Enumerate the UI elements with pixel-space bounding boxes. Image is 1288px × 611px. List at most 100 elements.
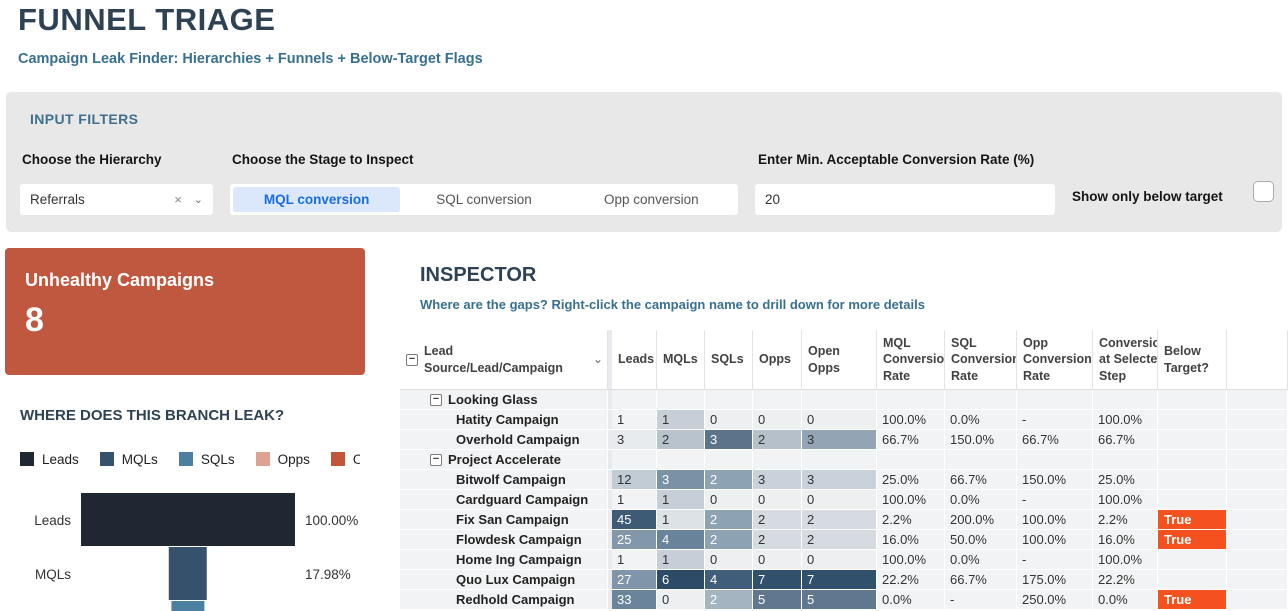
hierarchy-select[interactable]: Referrals × ⌄ bbox=[20, 184, 213, 215]
column-header-conversion-at-selected-step: Conversion at Selected Step bbox=[1093, 330, 1158, 390]
chevron-down-icon[interactable]: ⌄ bbox=[194, 193, 203, 206]
filler-cell bbox=[1227, 390, 1288, 410]
count-cell: 0 bbox=[753, 410, 802, 430]
collapse-all-icon[interactable]: − bbox=[406, 354, 418, 366]
rate-cell: 0.0% bbox=[1093, 590, 1158, 610]
funnel-bar[interactable] bbox=[169, 547, 207, 600]
count-cell: 2 bbox=[753, 430, 802, 450]
column-header-lead-source[interactable]: −Lead Source/Lead/Campaign⌄ bbox=[400, 330, 608, 390]
rate-cell: 250.0% bbox=[1017, 590, 1093, 610]
count-cell: 1 bbox=[657, 550, 705, 570]
campaign-row-name[interactable]: Flowdesk Campaign bbox=[400, 530, 608, 550]
count-cell bbox=[802, 390, 877, 410]
count-cell: 0 bbox=[802, 490, 877, 510]
group-row-name[interactable]: −Project Accelerate bbox=[400, 450, 608, 470]
legend-swatch-open-opps bbox=[331, 452, 345, 466]
clear-icon[interactable]: × bbox=[174, 192, 182, 207]
campaign-row-name[interactable]: Redhold Campaign bbox=[400, 590, 608, 610]
filters-heading: INPUT FILTERS bbox=[30, 111, 138, 127]
column-header-opps: Opps bbox=[753, 330, 802, 390]
funnel-bar[interactable] bbox=[171, 601, 204, 611]
rate-cell: 0.0% bbox=[945, 410, 1017, 430]
below-target-cell: True bbox=[1158, 510, 1227, 530]
campaign-name-label: Overhold Campaign bbox=[456, 430, 580, 449]
campaign-row-name[interactable]: Overhold Campaign bbox=[400, 430, 608, 450]
count-cell bbox=[705, 450, 753, 470]
funnel-stage-label: Leads bbox=[5, 493, 76, 547]
rate-cell bbox=[1093, 390, 1158, 410]
rate-cell: 25.0% bbox=[1093, 470, 1158, 490]
count-cell: 3 bbox=[657, 470, 705, 490]
stage-option-sql[interactable]: SQL conversion bbox=[400, 187, 567, 212]
rate-cell bbox=[1017, 390, 1093, 410]
collapse-group-icon[interactable]: − bbox=[430, 454, 442, 466]
inspector-subtitle: Where are the gaps? Right-click the camp… bbox=[420, 297, 925, 312]
legend-label: Leads bbox=[42, 452, 79, 467]
stage-segmented-control: MQL conversion SQL conversion Opp conver… bbox=[230, 184, 738, 215]
campaign-name-label: Quo Lux Campaign bbox=[456, 570, 575, 589]
below-target-cell bbox=[1158, 430, 1227, 450]
count-cell bbox=[657, 390, 705, 410]
rate-cell: 66.7% bbox=[1017, 430, 1093, 450]
count-cell bbox=[612, 450, 657, 470]
count-cell: 0 bbox=[753, 490, 802, 510]
page-title: FUNNEL TRIAGE bbox=[18, 2, 275, 38]
stage-option-opp[interactable]: Opp conversion bbox=[568, 187, 735, 212]
below-target-cell bbox=[1158, 450, 1227, 470]
legend-item[interactable]: Leads bbox=[20, 449, 79, 469]
rate-cell bbox=[1093, 450, 1158, 470]
rate-cell: 0.0% bbox=[945, 490, 1017, 510]
funnel-stage-value: 17.98% bbox=[305, 547, 351, 601]
legend-swatch-sqls bbox=[179, 452, 193, 466]
stage-option-mql[interactable]: MQL conversion bbox=[233, 187, 400, 212]
below-target-cell: True bbox=[1158, 590, 1227, 610]
rate-cell: 150.0% bbox=[1017, 470, 1093, 490]
rate-cell bbox=[945, 390, 1017, 410]
campaign-name-label: Flowdesk Campaign bbox=[456, 530, 582, 549]
campaign-row-name[interactable]: Hatity Campaign bbox=[400, 410, 608, 430]
below-target-checkbox[interactable] bbox=[1253, 181, 1274, 202]
filler-cell bbox=[1227, 410, 1288, 430]
rate-cell: 16.0% bbox=[1093, 530, 1158, 550]
campaign-row-name[interactable]: Cardguard Campaign bbox=[400, 490, 608, 510]
campaign-row-name[interactable]: Home Ing Campaign bbox=[400, 550, 608, 570]
legend-item[interactable]: Open Opps bbox=[331, 449, 360, 469]
campaign-row-name[interactable]: Bitwolf Campaign bbox=[400, 470, 608, 490]
count-cell: 1 bbox=[657, 490, 705, 510]
kpi-title: Unhealthy Campaigns bbox=[25, 270, 345, 291]
legend-item[interactable]: Opps bbox=[256, 449, 310, 469]
count-cell: 2 bbox=[657, 430, 705, 450]
group-name-label: Project Accelerate bbox=[448, 450, 561, 469]
min-rate-input[interactable] bbox=[755, 184, 1055, 215]
funnel-bar[interactable] bbox=[81, 493, 295, 546]
page-subtitle: Campaign Leak Finder: Hierarchies + Funn… bbox=[18, 51, 483, 67]
campaign-row-name[interactable]: Fix San Campaign bbox=[400, 510, 608, 530]
count-cell: 0 bbox=[753, 550, 802, 570]
legend-item[interactable]: SQLs bbox=[179, 449, 235, 469]
group-row-name[interactable]: −Looking Glass bbox=[400, 390, 608, 410]
legend-item[interactable]: MQLs bbox=[100, 449, 158, 469]
campaign-name-label: Redhold Campaign bbox=[456, 590, 574, 609]
rate-cell: 100.0% bbox=[877, 410, 945, 430]
below-target-toggle-label: Show only below target bbox=[1072, 189, 1223, 204]
funnel-chart: Leads100.00%MQLs17.98%SQLs bbox=[5, 493, 400, 611]
filler-cell bbox=[1227, 590, 1288, 610]
campaign-name-label: Home Ing Campaign bbox=[456, 550, 582, 569]
stage-label: Choose the Stage to Inspect bbox=[232, 152, 414, 167]
sort-caret-icon[interactable]: ⌄ bbox=[593, 352, 603, 368]
funnel-stage-row: SQLs bbox=[5, 601, 400, 611]
kpi-value: 8 bbox=[25, 301, 345, 340]
unhealthy-campaigns-card: Unhealthy Campaigns 8 bbox=[5, 248, 365, 375]
campaign-row-name[interactable]: Quo Lux Campaign bbox=[400, 570, 608, 590]
count-cell: 2 bbox=[753, 510, 802, 530]
count-cell: 2 bbox=[802, 530, 877, 550]
below-target-cell bbox=[1158, 550, 1227, 570]
count-cell: 0 bbox=[705, 550, 753, 570]
rate-cell: 100.0% bbox=[877, 550, 945, 570]
collapse-group-icon[interactable]: − bbox=[430, 394, 442, 406]
count-cell: 2 bbox=[753, 530, 802, 550]
count-cell: 33 bbox=[612, 590, 657, 610]
count-cell bbox=[705, 390, 753, 410]
count-cell: 4 bbox=[657, 530, 705, 550]
count-cell: 45 bbox=[612, 510, 657, 530]
